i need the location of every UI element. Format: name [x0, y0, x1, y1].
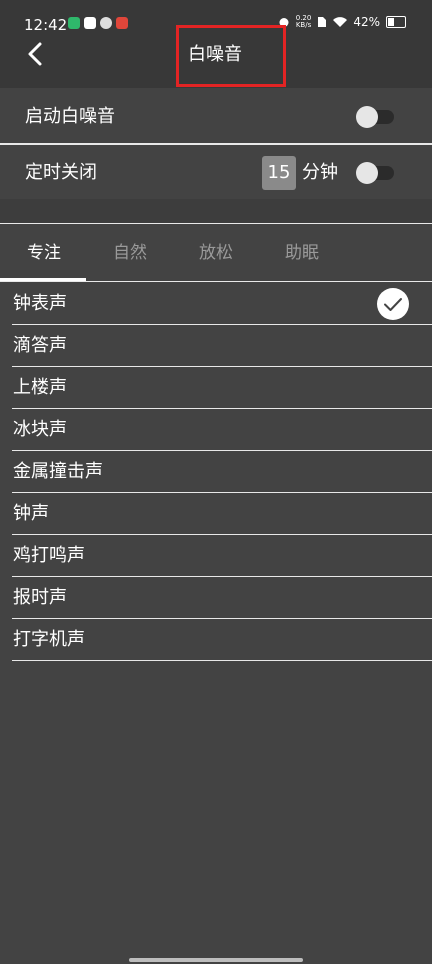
- back-button[interactable]: [22, 38, 52, 72]
- list-item[interactable]: 滴答声: [0, 325, 432, 367]
- net-speed: 0.20 KB/s: [295, 14, 312, 29]
- list-item[interactable]: 上楼声: [0, 367, 432, 409]
- battery-percent: 42%: [353, 15, 380, 29]
- timer-unit-label: 分钟: [302, 162, 338, 183]
- check-icon: [377, 288, 409, 320]
- list-item[interactable]: 冰块声: [0, 409, 432, 451]
- list-item[interactable]: 钟表声: [0, 283, 432, 325]
- sound-label: 鸡打鸣声: [13, 545, 85, 566]
- category-tabs: 专注 自然 放松 助眠: [0, 225, 432, 281]
- tab-focus[interactable]: 专注: [1, 225, 87, 281]
- divider: [0, 143, 432, 145]
- enable-white-noise-label: 启动白噪音: [25, 106, 115, 127]
- notification-icons: [68, 17, 128, 29]
- title-highlight-box: [176, 25, 286, 87]
- home-indicator[interactable]: [129, 958, 303, 962]
- list-item[interactable]: 金属撞击声: [0, 451, 432, 493]
- divider: [0, 281, 432, 282]
- divider: [0, 223, 432, 224]
- sound-label: 冰块声: [13, 419, 67, 440]
- timer-toggle[interactable]: [356, 162, 394, 184]
- wifi-icon: [333, 16, 348, 27]
- list-item[interactable]: 打字机声: [0, 619, 432, 661]
- sound-label: 钟声: [13, 503, 49, 524]
- sim-icon: [318, 17, 327, 27]
- sound-label: 打字机声: [13, 629, 85, 650]
- sound-label: 金属撞击声: [13, 461, 103, 482]
- mail-notification-icon: [84, 17, 96, 29]
- enable-white-noise-row: 启动白噪音: [0, 90, 432, 144]
- list-item[interactable]: 鸡打鸣声: [0, 535, 432, 577]
- battery-icon: [386, 16, 406, 28]
- sound-label: 钟表声: [13, 293, 67, 314]
- status-right: 0.20 KB/s 42%: [278, 15, 406, 29]
- timer-label: 定时关闭: [25, 162, 97, 183]
- section-gap: [0, 199, 432, 223]
- app-notification-icon: [68, 17, 80, 29]
- timer-minutes-input[interactable]: 15: [262, 156, 296, 190]
- sound-label: 上楼声: [13, 377, 67, 398]
- list-item[interactable]: 钟声: [0, 493, 432, 535]
- link-notification-icon: [100, 17, 112, 29]
- timer-row: 定时关闭: [0, 146, 432, 200]
- chevron-left-icon: [28, 42, 42, 66]
- sound-label: 报时声: [13, 587, 67, 608]
- sound-label: 滴答声: [13, 335, 67, 356]
- news-notification-icon: [116, 17, 128, 29]
- tab-relax[interactable]: 放松: [173, 225, 259, 281]
- tab-nature[interactable]: 自然: [87, 225, 173, 281]
- tab-sleep[interactable]: 助眠: [259, 225, 345, 281]
- enable-white-noise-toggle[interactable]: [356, 106, 394, 128]
- list-item[interactable]: 报时声: [0, 577, 432, 619]
- top-bar: 12:42 0.20 KB/s 42% 白噪音: [0, 0, 432, 88]
- status-time: 12:42: [24, 16, 68, 34]
